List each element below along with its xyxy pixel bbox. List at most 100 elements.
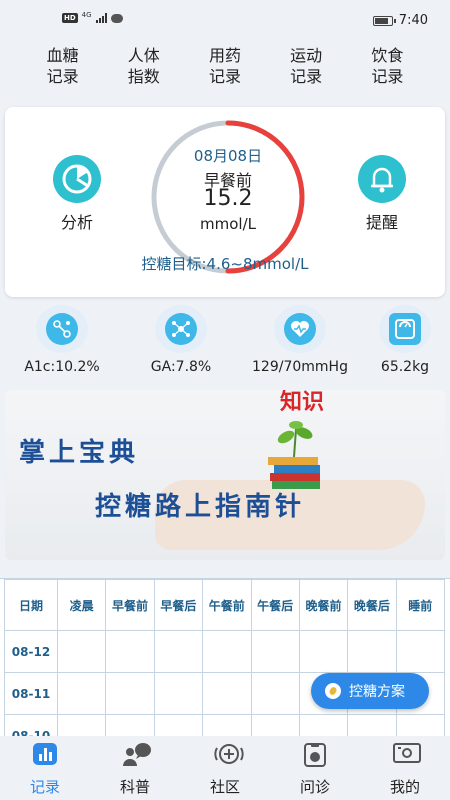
- reading-cell[interactable]: [153, 672, 204, 715]
- metric-a1c[interactable]: A1c:10.2%: [22, 305, 102, 375]
- clock: 7:40: [398, 13, 428, 28]
- nav-label: 饮食: [371, 46, 404, 65]
- reading-cell[interactable]: [298, 714, 349, 737]
- banner-subheadline: 控糖路上指南针: [95, 492, 306, 522]
- control-plan-label: 控糖方案: [349, 684, 405, 700]
- tab-community[interactable]: 社区: [180, 736, 270, 800]
- table-header-cell: 晚餐前: [298, 579, 349, 631]
- status-indicators: HD 4G: [62, 11, 123, 23]
- tab-mine[interactable]: 我的: [360, 736, 450, 800]
- nav-exercise-record[interactable]: 运动 记录: [275, 40, 337, 100]
- row-date: 08-12: [4, 630, 58, 673]
- scale-icon: [379, 305, 431, 353]
- metric-weight[interactable]: 65.2kg: [370, 305, 440, 375]
- table-header-cell: 睡前: [395, 579, 446, 631]
- reading-cell[interactable]: [298, 630, 349, 673]
- reading-cell[interactable]: [395, 714, 446, 737]
- message-icon: [110, 13, 123, 23]
- control-plan-button[interactable]: 控糖方案: [311, 673, 429, 709]
- nav-label: 用药: [208, 46, 241, 65]
- banner-logo: 知识: [280, 390, 325, 415]
- consult-icon: [302, 742, 328, 767]
- glucose-target: 控糖目标:4.6~8mmol/L: [141, 255, 309, 273]
- profile-icon: [392, 742, 421, 766]
- reading-unit: mmol/L: [200, 215, 256, 233]
- signal-icon: [95, 13, 107, 23]
- metric-blood-pressure[interactable]: 129/70mmHg: [244, 305, 356, 375]
- table-header-cell: 凌晨: [56, 579, 107, 631]
- hd-badge: HD: [62, 13, 78, 23]
- table-header-cell: 早餐前: [105, 579, 155, 631]
- tab-label: 科普: [119, 778, 150, 796]
- analysis-button[interactable]: 分析: [37, 155, 117, 233]
- metric-value: 129/70mmHg: [252, 359, 348, 375]
- tab-record[interactable]: 记录: [0, 736, 90, 800]
- nav-medication-record[interactable]: 用药 记录: [194, 40, 256, 100]
- nav-label: 记录: [290, 67, 323, 86]
- status-bar: HD 4G 7:40: [0, 0, 450, 40]
- network-type: 4G: [81, 11, 92, 19]
- table-header-cell: 早餐后: [153, 579, 204, 631]
- bottom-nav: 记录 科普 社区 问诊 我的: [0, 736, 450, 800]
- reading-cell[interactable]: [202, 714, 252, 737]
- promo-banner[interactable]: 知识 掌上宝典 控糖路上指南针: [5, 390, 445, 560]
- heart-pressure-icon: [274, 305, 326, 353]
- reading-cell[interactable]: [202, 672, 252, 715]
- reading-cell[interactable]: [347, 714, 397, 737]
- reading-cell[interactable]: [105, 714, 155, 737]
- nav-label: 运动: [290, 46, 323, 65]
- reading-cell[interactable]: [250, 630, 300, 673]
- row-date: 08-10: [4, 714, 58, 737]
- bar-chart-icon: [32, 742, 58, 766]
- tab-label: 社区: [209, 778, 240, 796]
- nav-label: 指数: [127, 67, 160, 86]
- health-metrics: A1c:10.2% GA:7.8% 129/70mmHg 65.2kg: [0, 305, 450, 380]
- molecule-icon: [36, 305, 88, 353]
- table-header-cell: 午餐前: [202, 579, 252, 631]
- top-nav: 血糖 记录 人体 指数 用药 记录 运动 记录 饮食 记录: [0, 40, 450, 100]
- banner-headline: 掌上宝典: [19, 438, 140, 468]
- reading-cell[interactable]: [105, 672, 155, 715]
- nav-diet-record[interactable]: 饮食 记录: [356, 40, 418, 100]
- reading-cell[interactable]: [56, 714, 107, 737]
- reading-cell[interactable]: [347, 630, 397, 673]
- glucose-summary-card: 分析 08月08日 早餐前 15.2 mmol/L 提醒 控糖目标:4.6~8m…: [5, 107, 445, 297]
- table-header-cell: 晚餐后: [347, 579, 397, 631]
- table-row: 08-12: [4, 630, 446, 673]
- reading-cell[interactable]: [56, 672, 107, 715]
- reading-value: 15.2: [203, 186, 253, 211]
- nav-label: 血糖: [46, 46, 79, 65]
- reading-cell[interactable]: [395, 630, 446, 673]
- battery-icon: [372, 15, 396, 26]
- table-header-cell: 日期: [4, 579, 58, 631]
- community-plus-icon: [212, 742, 244, 766]
- tab-label: 我的: [389, 778, 420, 796]
- reading-cell[interactable]: [105, 630, 155, 673]
- metric-ga[interactable]: GA:7.8%: [141, 305, 221, 375]
- reading-cell[interactable]: [153, 630, 204, 673]
- analysis-label: 分析: [60, 213, 93, 232]
- reminder-label: 提醒: [365, 213, 398, 232]
- reading-cell[interactable]: [153, 714, 204, 737]
- nav-body-index[interactable]: 人体 指数: [113, 40, 175, 100]
- table-header-row: 日期 凌晨 早餐前 早餐后 午餐前 午餐后 晚餐前 晚餐后 睡前: [4, 579, 446, 631]
- tab-consult[interactable]: 问诊: [270, 736, 360, 800]
- bell-icon: [358, 155, 406, 203]
- pie-chart-icon: [53, 155, 101, 203]
- metric-value: GA:7.8%: [150, 359, 212, 375]
- reading-cell[interactable]: [202, 630, 252, 673]
- reading-cell[interactable]: [56, 630, 107, 673]
- person-chat-icon: [122, 742, 151, 766]
- reading-cell[interactable]: [250, 714, 300, 737]
- nav-label: 记录: [371, 67, 404, 86]
- nav-blood-sugar-record[interactable]: 血糖 记录: [32, 40, 94, 100]
- reading-cell[interactable]: [250, 672, 300, 715]
- glucose-record-table: 日期 凌晨 早餐前 早餐后 午餐前 午餐后 晚餐前 晚餐后 睡前 08-12 08-11 08-10: [0, 578, 450, 737]
- metric-value: A1c:10.2%: [24, 359, 100, 375]
- reminder-button[interactable]: 提醒: [342, 155, 422, 233]
- row-date: 08-11: [4, 672, 58, 715]
- tab-science[interactable]: 科普: [90, 736, 180, 800]
- metric-value: 65.2kg: [380, 359, 430, 375]
- tab-label: 问诊: [299, 778, 330, 796]
- nav-label: 人体: [127, 46, 160, 65]
